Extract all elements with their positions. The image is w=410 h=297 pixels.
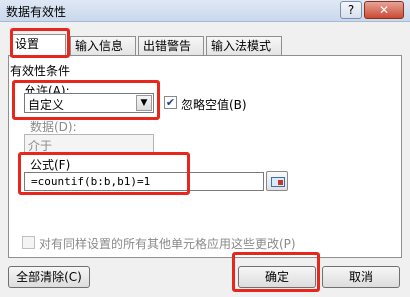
apply-all-label: 对有同样设置的所有其他单元格应用这些更改(P): [39, 237, 296, 251]
allow-dropdown[interactable]: 自定义 ▼: [24, 93, 154, 113]
close-button[interactable]: ✕: [364, 1, 404, 19]
ok-button[interactable]: 确定: [238, 266, 316, 288]
tab-error-alert[interactable]: 出错警告: [138, 36, 204, 56]
ignore-blank-label: 忽略空值(B): [181, 98, 247, 112]
allow-value: 自定义: [28, 98, 65, 112]
data-label: 数据(D):: [30, 120, 77, 134]
help-button[interactable]: ?: [340, 1, 362, 19]
range-select-icon[interactable]: [266, 171, 288, 191]
validation-criteria-title: 有效性条件: [10, 64, 71, 78]
formula-input[interactable]: =countif(b:b,b1)=1: [24, 172, 264, 191]
tab-ime-mode[interactable]: 输入法模式: [206, 36, 282, 56]
tab-settings[interactable]: 设置: [10, 34, 66, 57]
chevron-down-icon[interactable]: ▼: [136, 95, 152, 111]
formula-label: 公式(F): [30, 158, 71, 172]
data-dropdown: 介于: [24, 134, 154, 154]
apply-all-checkbox: [22, 236, 35, 249]
title-bar: 数据有效性 ? ✕: [0, 0, 410, 22]
cancel-button[interactable]: 取消: [322, 266, 400, 288]
formula-value: =countif(b:b,b1)=1: [31, 175, 151, 188]
ignore-blank-checkbox[interactable]: ✔: [164, 96, 177, 109]
clear-all-button[interactable]: 全部清除(C): [8, 266, 90, 288]
data-value: 介于: [28, 139, 53, 153]
window-title: 数据有效性: [6, 5, 67, 19]
tab-input-message[interactable]: 输入信息: [70, 36, 136, 56]
